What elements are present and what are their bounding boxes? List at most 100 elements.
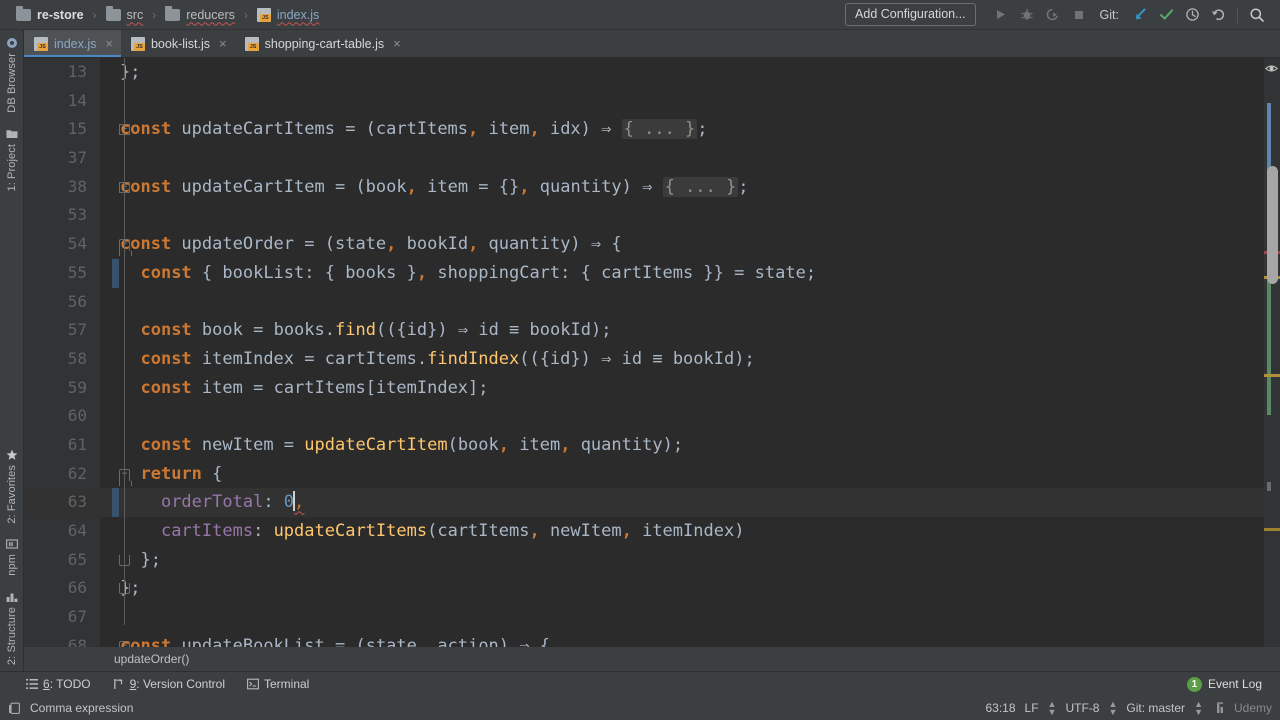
git-history-icon[interactable] xyxy=(1179,3,1205,27)
code-line[interactable]: 13}; xyxy=(24,58,1280,87)
line-number[interactable]: 15 xyxy=(24,115,87,144)
git-update-project-icon[interactable] xyxy=(1127,3,1153,27)
code-line[interactable]: 58 const itemIndex = cartItems.findIndex… xyxy=(24,345,1280,374)
tool-button-terminal[interactable]: Terminal xyxy=(247,677,309,691)
breadcrumb-item-reducers[interactable]: reducers xyxy=(163,5,237,22)
code-line[interactable]: 64 cartItems: updateCartItems(cartItems,… xyxy=(24,517,1280,546)
code-token: id xyxy=(621,348,653,369)
editor-tab-book-list-js[interactable]: book-list.js × xyxy=(121,30,235,57)
line-number[interactable]: 53 xyxy=(24,201,87,230)
git-commit-icon[interactable] xyxy=(1153,3,1179,27)
line-number[interactable]: 64 xyxy=(24,517,87,546)
line-number[interactable]: 58 xyxy=(24,345,87,374)
line-number[interactable]: 56 xyxy=(24,288,87,317)
close-icon[interactable]: × xyxy=(219,36,227,51)
tool-button-version-control[interactable]: 9: Version Control xyxy=(113,677,225,691)
inspection-widget-icon[interactable] xyxy=(8,702,21,715)
stripe-item-project[interactable]: 1: Project xyxy=(6,128,18,191)
line-number[interactable]: 55 xyxy=(24,259,87,288)
debug-icon[interactable] xyxy=(1014,3,1040,27)
breadcrumb-item-src[interactable]: src xyxy=(104,5,146,22)
editor-tab-label: book-list.js xyxy=(150,36,211,51)
code-line[interactable]: 54−const updateOrder = (state, bookId, q… xyxy=(24,230,1280,259)
line-number[interactable]: 59 xyxy=(24,374,87,403)
code-line[interactable]: 56 xyxy=(24,288,1280,317)
code-token: = xyxy=(283,434,305,455)
status-bar: Comma expression 63:18 LF ▲ ▼ UTF-8 ▲ ▼ Gi… xyxy=(0,696,1280,720)
line-number[interactable]: 54 xyxy=(24,230,87,259)
code-token: { xyxy=(201,463,223,484)
code-line[interactable]: 38+const updateCartItem = (book, item = … xyxy=(24,173,1280,202)
line-separator-chevron-icon[interactable]: ▲ ▼ xyxy=(1048,700,1057,717)
line-number[interactable]: 63 xyxy=(24,488,87,517)
editor-tab-index-js[interactable]: index.js × xyxy=(24,30,121,57)
add-configuration-button[interactable]: Add Configuration... xyxy=(845,3,976,26)
code-line[interactable]: 57 const book = books.find(({id}) ⇒ id ≡… xyxy=(24,316,1280,345)
run-icon[interactable] xyxy=(988,3,1014,27)
code-token: find xyxy=(335,320,376,341)
code-line[interactable]: 62− return { xyxy=(24,460,1280,489)
close-icon[interactable]: × xyxy=(393,36,401,51)
fold-guide-line xyxy=(124,135,125,195)
editor-scrollbar-thumb[interactable] xyxy=(1267,166,1278,284)
event-log-button[interactable]: 1 Event Log xyxy=(1186,676,1262,692)
inspections-eye-icon[interactable] xyxy=(1264,62,1279,75)
code-line[interactable]: 67 xyxy=(24,603,1280,632)
code-text: return { xyxy=(120,460,222,489)
code-line[interactable]: 65 }; xyxy=(24,546,1280,575)
vcs-change-marker[interactable] xyxy=(112,488,119,517)
stripe-item-favorites[interactable]: 2: Favorites xyxy=(6,449,18,524)
code-line-current[interactable]: 63 orderTotal: 0, xyxy=(24,488,1280,517)
code-token: item xyxy=(191,377,254,398)
line-number[interactable]: 61 xyxy=(24,431,87,460)
encoding-chevron-icon[interactable]: ▲ ▼ xyxy=(1108,700,1117,717)
editor-tab-shopping-cart-table-js[interactable]: shopping-cart-table.js × xyxy=(235,30,409,57)
code-token: , xyxy=(621,521,643,541)
tool-button-todo[interactable]: 6: TODO xyxy=(26,677,91,691)
stripe-item-structure[interactable]: 2: Structure xyxy=(6,591,18,665)
line-number[interactable]: 38 xyxy=(24,173,87,202)
code-line[interactable]: 14 xyxy=(24,87,1280,116)
line-number[interactable]: 13 xyxy=(24,58,87,87)
code-line[interactable]: 55 const { bookList: { books }, shopping… xyxy=(24,258,1280,288)
encoding[interactable]: UTF-8 xyxy=(1065,701,1099,715)
vcs-change-marker[interactable] xyxy=(112,258,119,288)
line-number[interactable]: 66 xyxy=(24,574,87,603)
editor-marker-bar[interactable] xyxy=(1264,58,1280,647)
breadcrumb-item-index-js[interactable]: index.js xyxy=(255,7,321,23)
code-line[interactable]: 66}; xyxy=(24,574,1280,603)
stripe-item-npm[interactable]: npm xyxy=(6,538,18,576)
stripe-item-db-browser[interactable]: DB Browser xyxy=(6,37,18,113)
code-token: , xyxy=(468,119,489,140)
code-line[interactable]: 37 xyxy=(24,144,1280,173)
git-branch[interactable]: Git: master xyxy=(1126,701,1185,715)
git-rollback-icon[interactable] xyxy=(1205,3,1231,27)
run-with-coverage-icon[interactable] xyxy=(1040,3,1066,27)
line-number[interactable]: 67 xyxy=(24,603,87,632)
code-line[interactable]: 60 xyxy=(24,402,1280,431)
breadcrumb-item-re-store[interactable]: re-store xyxy=(14,5,86,22)
line-number[interactable]: 37 xyxy=(24,144,87,173)
line-number[interactable]: 62 xyxy=(24,460,87,489)
code-line[interactable]: 68− const updateBookList = (state, action… xyxy=(24,632,1280,647)
stripe-item-label: 2: Favorites xyxy=(6,464,18,524)
line-number[interactable]: 14 xyxy=(24,87,87,116)
stop-icon[interactable] xyxy=(1066,3,1092,27)
line-number[interactable]: 57 xyxy=(24,316,87,345)
code-editor[interactable]: 13}; 14 15 + const updateCartItems = (cartIt… xyxy=(24,58,1280,647)
line-number[interactable]: 65 xyxy=(24,546,87,575)
line-separator[interactable]: LF xyxy=(1025,701,1039,715)
code-line[interactable]: 15 + const updateCartItems = (cartItems, i… xyxy=(24,115,1280,144)
code-line[interactable]: 61 const newItem = updateCartItem(book, … xyxy=(24,431,1280,460)
code-token: , xyxy=(529,521,550,541)
search-everywhere-icon[interactable] xyxy=(1244,3,1270,27)
close-icon[interactable]: × xyxy=(105,36,113,51)
caret-position[interactable]: 63:18 xyxy=(985,701,1015,715)
line-number[interactable]: 60 xyxy=(24,402,87,431)
code-line[interactable]: 53 xyxy=(24,201,1280,230)
editor-breadcrumb[interactable]: updateOrder() xyxy=(24,647,1280,671)
git-branch-chevron-icon[interactable]: ▲ ▼ xyxy=(1194,700,1203,717)
line-number[interactable]: 68 xyxy=(24,632,87,647)
code-line[interactable]: 59 const item = cartItems[itemIndex]; xyxy=(24,374,1280,403)
code-text: const { bookList: { books }, shoppingCar… xyxy=(120,259,816,288)
